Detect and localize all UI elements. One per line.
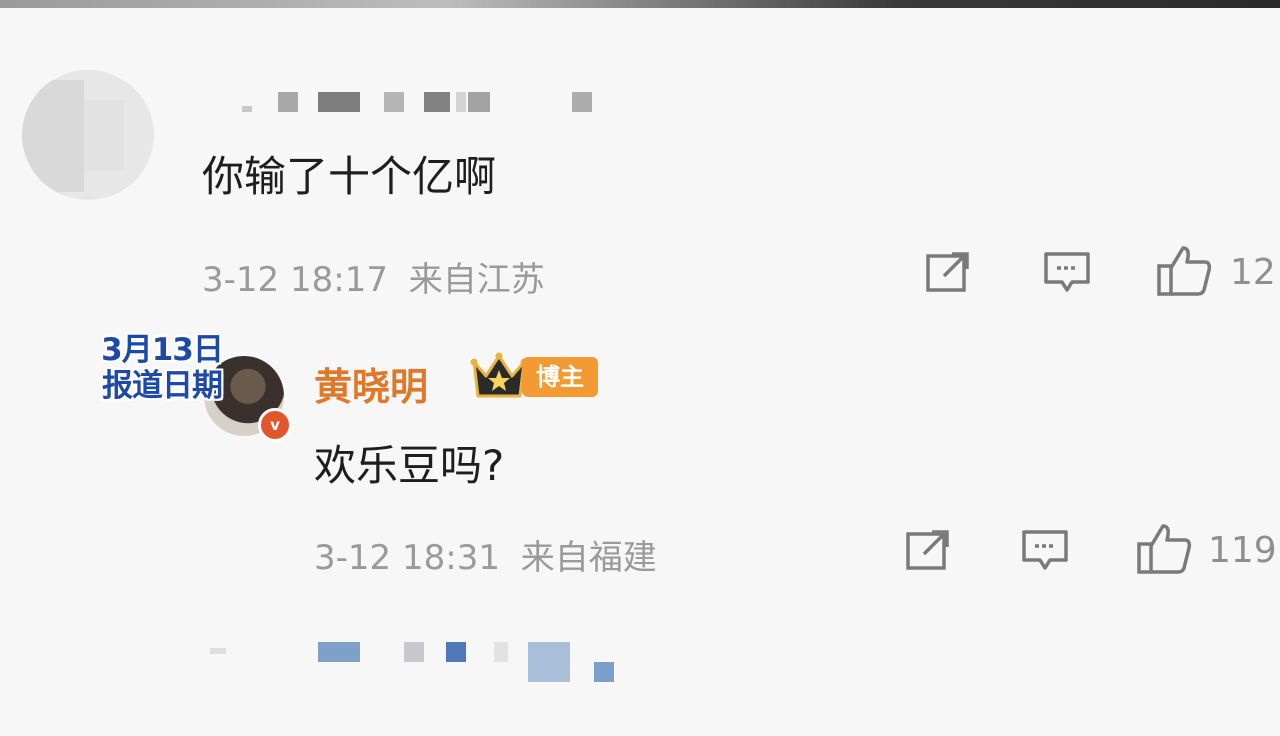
weibo-comment-screen: 你输了十个亿啊 3-12 18:17 来自江苏 12 v 3月13日 报道日期 …	[0, 0, 1280, 736]
avatar-blurred[interactable]	[22, 70, 154, 200]
stamp-caption: 报道日期	[102, 368, 223, 404]
blogger-badge: 博主	[522, 357, 598, 397]
date-stamp-overlay: 3月13日 报道日期	[84, 332, 240, 404]
timestamp: 3-12 18:17	[202, 260, 388, 300]
share-icon[interactable]	[924, 250, 972, 296]
like-icon[interactable]	[1136, 522, 1192, 576]
like-icon[interactable]	[1156, 244, 1212, 298]
comment-timestamp: 3-12 18:17 来自江苏	[202, 252, 545, 301]
comment-text: 欢乐豆吗?	[314, 441, 505, 490]
comment-text: 你输了十个亿啊	[202, 152, 497, 201]
comment-timestamp: 3-12 18:31 来自福建	[314, 530, 657, 579]
author-name[interactable]: 黄晓明	[314, 356, 428, 411]
reply-preview-blurred[interactable]	[210, 636, 630, 686]
like-count: 12	[1230, 252, 1276, 293]
crown-icon	[470, 352, 528, 398]
location: 来自福建	[520, 538, 657, 578]
comment-icon[interactable]	[1042, 250, 1092, 296]
stamp-date: 3月13日	[101, 332, 224, 368]
timestamp: 3-12 18:31	[314, 538, 500, 578]
username-blurred[interactable]	[230, 90, 610, 114]
top-video-strip	[0, 0, 1280, 8]
like-count: 119	[1208, 530, 1277, 571]
comment-icon[interactable]	[1020, 528, 1070, 574]
verified-icon: v	[258, 408, 292, 442]
share-icon[interactable]	[904, 528, 952, 574]
location: 来自江苏	[408, 260, 545, 300]
